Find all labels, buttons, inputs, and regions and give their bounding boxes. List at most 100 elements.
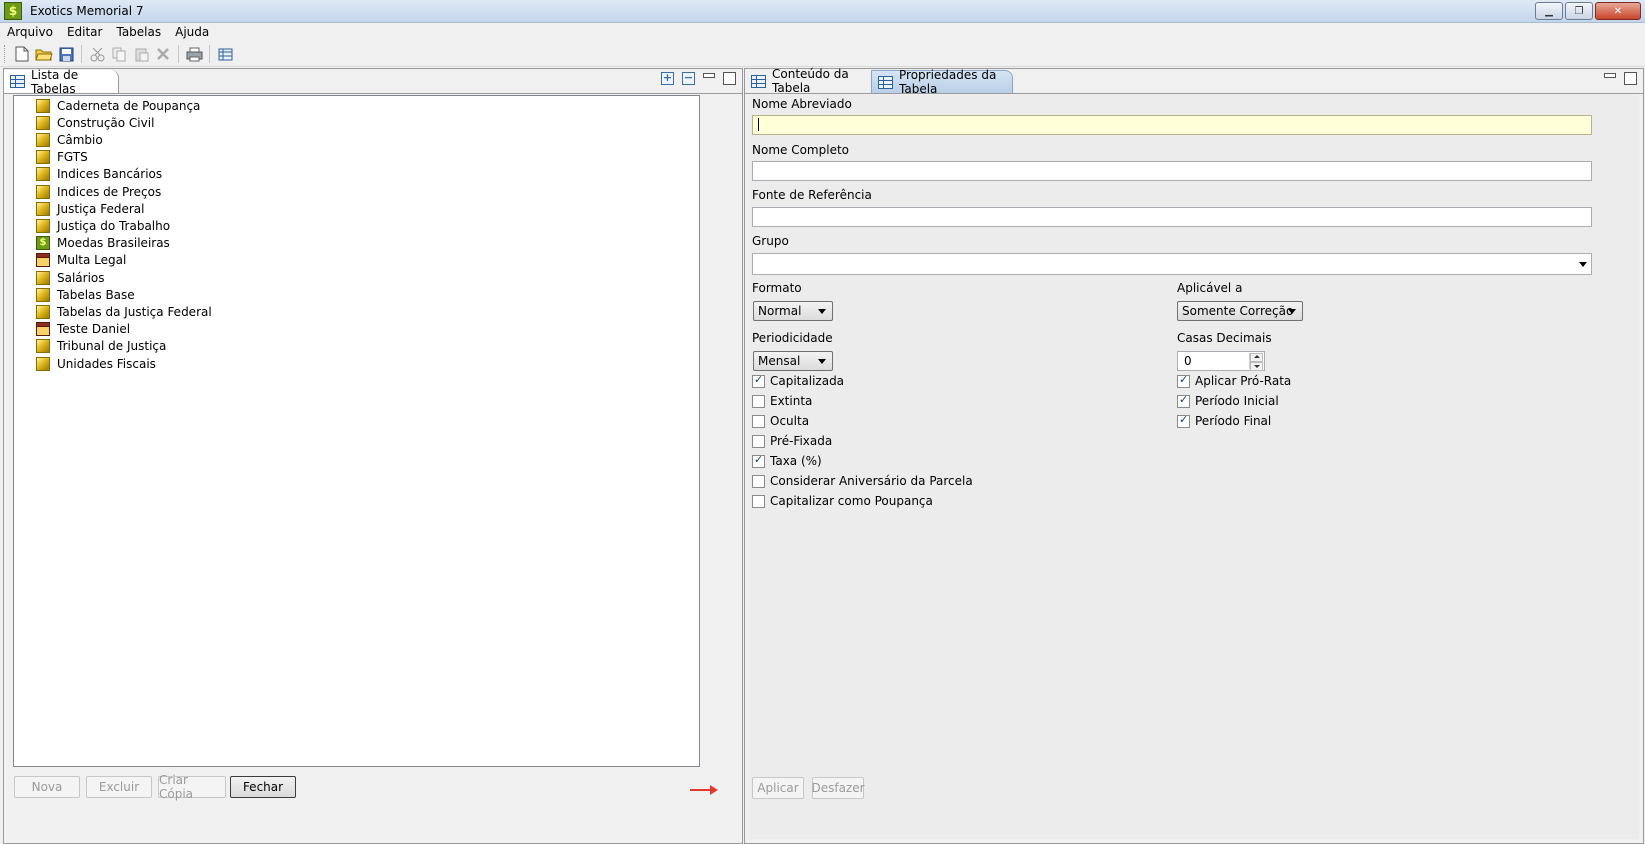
checkbox-checkboxes_right-0[interactable]: Aplicar Pró-Rata	[1177, 373, 1291, 389]
tree-item-label: Tribunal de Justiça	[57, 339, 167, 354]
toolbar-separator	[209, 45, 210, 63]
menu-arquivo[interactable]: Arquivo	[0, 25, 60, 39]
tab-label: Propriedades da Tabela	[899, 68, 997, 96]
tree-item-label: Justiça Federal	[57, 201, 145, 216]
app-logo-icon: $	[4, 2, 22, 20]
casas-decimais-stepper[interactable]: 0	[1177, 351, 1265, 371]
tree-item-label: Caderneta de Poupança	[57, 98, 201, 113]
checkbox-label: Período Inicial	[1195, 394, 1279, 408]
new-file-icon[interactable]	[12, 44, 32, 64]
cut-icon[interactable]	[87, 44, 107, 64]
checkbox-unchecked-icon[interactable]	[752, 474, 765, 488]
tree-item[interactable]: Teste Daniel	[36, 321, 130, 338]
tab-lista-de-tabelas[interactable]: Lista de Tabelas	[4, 68, 119, 96]
tree-item[interactable]: Câmbio	[36, 131, 103, 148]
checkbox-checked-icon[interactable]	[1177, 373, 1190, 388]
tab-propriedades-da-tabela[interactable]: Propriedades da Tabela	[871, 68, 1013, 96]
menu-editar[interactable]: Editar	[60, 25, 110, 39]
toolbar-grip[interactable]	[4, 45, 7, 63]
paste-icon[interactable]	[131, 44, 151, 64]
checkbox-checkboxes_left-1[interactable]: Extinta	[752, 393, 812, 409]
tree-item-label: FGTS	[57, 150, 88, 165]
tree-item[interactable]: Justiça Federal	[36, 200, 144, 217]
tree-item[interactable]: Indices de Preços	[36, 183, 161, 200]
table-tree[interactable]: Caderneta de Poupança Construção Civil Câm…	[13, 95, 700, 767]
aplicavel-select[interactable]: Somente Correção	[1177, 301, 1303, 321]
checkbox-checked-icon[interactable]	[752, 373, 765, 388]
folder-icon	[36, 304, 50, 319]
tree-item[interactable]: Tribunal de Justiça	[36, 338, 166, 355]
checkbox-checkboxes_left-5[interactable]: Considerar Aniversário da Parcela	[752, 473, 973, 489]
minimize-panel-icon[interactable]	[703, 73, 715, 78]
checkbox-label: Capitalizar como Poupança	[770, 494, 933, 508]
checkbox-checked-icon[interactable]	[752, 453, 765, 468]
tree-item-label: Câmbio	[57, 132, 103, 147]
checkbox-unchecked-icon[interactable]	[752, 414, 765, 428]
print-icon[interactable]	[184, 44, 204, 64]
tree-item[interactable]: Construção Civil	[36, 114, 154, 131]
expand-all-icon[interactable]: +	[661, 72, 674, 85]
nome-abreviado-input[interactable]	[752, 115, 1592, 135]
folder-icon	[36, 356, 50, 371]
checkbox-unchecked-icon[interactable]	[752, 394, 765, 408]
tree-item-label: Construção Civil	[57, 115, 155, 130]
checkbox-checkboxes_left-6[interactable]: Capitalizar como Poupança	[752, 493, 933, 509]
checkbox-checkboxes_left-0[interactable]: Capitalizada	[752, 373, 844, 389]
periodicidade-value: Mensal	[758, 354, 801, 368]
tree-item[interactable]: Justiça do Trabalho	[36, 217, 170, 234]
checkbox-checked-icon[interactable]	[1177, 393, 1190, 408]
aplicar-button[interactable]: Aplicar	[752, 777, 804, 799]
checkbox-label: Pré-Fixada	[770, 434, 833, 448]
grupo-select[interactable]	[752, 253, 1592, 275]
save-icon[interactable]	[56, 44, 76, 64]
periodicidade-select[interactable]: Mensal	[753, 351, 833, 371]
tree-item[interactable]: Salários	[36, 269, 105, 286]
tree-item[interactable]: Indices Bancários	[36, 166, 162, 183]
checkbox-checkboxes_left-2[interactable]: Oculta	[752, 413, 809, 429]
toolbar-separator	[178, 45, 179, 63]
table-icon[interactable]	[215, 44, 235, 64]
checkbox-checked-icon[interactable]	[1177, 413, 1190, 428]
minimize-button[interactable]: ▁	[1535, 2, 1563, 20]
nome-completo-input[interactable]	[752, 161, 1592, 181]
excluir-button[interactable]: Excluir	[86, 776, 152, 798]
checkbox-checkboxes_left-3[interactable]: Pré-Fixada	[752, 433, 832, 449]
tree-item[interactable]: $ Moedas Brasileiras	[36, 235, 170, 252]
tree-item[interactable]: Caderneta de Poupança	[36, 97, 200, 114]
copy-icon[interactable]	[109, 44, 129, 64]
menu-ajuda[interactable]: Ajuda	[168, 25, 216, 39]
casas-decimais-label: Casas Decimais	[1177, 331, 1272, 345]
maximize-panel-icon[interactable]	[1624, 72, 1637, 85]
checkbox-unchecked-icon[interactable]	[752, 494, 765, 508]
desfazer-button[interactable]: Desfazer	[811, 777, 865, 799]
tree-item[interactable]: Tabelas Base	[36, 286, 135, 303]
restore-button[interactable]: ❐	[1565, 2, 1593, 20]
close-button[interactable]: ✕	[1595, 2, 1641, 20]
criar-copia-button[interactable]: Criar Cópia	[158, 773, 226, 801]
collapse-all-icon[interactable]: −	[682, 72, 695, 85]
stepper-down-icon[interactable]	[1250, 362, 1263, 371]
checkbox-checkboxes_left-4[interactable]: Taxa (%)	[752, 453, 822, 469]
formato-select[interactable]: Normal	[753, 301, 833, 321]
checkbox-checkboxes_right-2[interactable]: Período Final	[1177, 413, 1271, 429]
tree-item-label: Multa Legal	[57, 253, 127, 268]
checkbox-unchecked-icon[interactable]	[752, 434, 765, 448]
tab-conteudo-da-tabela[interactable]: Conteúdo da Tabela	[745, 67, 871, 95]
tree-item[interactable]: Unidades Fiscais	[36, 355, 156, 372]
annotation-arrow-line	[690, 789, 712, 791]
checkbox-checkboxes_right-1[interactable]: Período Inicial	[1177, 393, 1279, 409]
minimize-panel-icon[interactable]	[1604, 73, 1616, 78]
delete-icon[interactable]	[153, 44, 173, 64]
fonte-referencia-input[interactable]	[752, 207, 1592, 227]
maximize-panel-icon[interactable]	[723, 72, 736, 85]
fechar-button[interactable]: Fechar	[230, 776, 296, 798]
menu-bar: Arquivo Editar Tabelas Ajuda	[0, 23, 1645, 41]
tree-item[interactable]: Multa Legal	[36, 252, 126, 269]
open-folder-icon[interactable]	[34, 44, 54, 64]
menu-tabelas[interactable]: Tabelas	[109, 25, 168, 39]
stepper-up-icon[interactable]	[1250, 353, 1263, 362]
nova-button[interactable]: Nova	[14, 776, 80, 798]
tree-item[interactable]: Tabelas da Justiça Federal	[36, 303, 212, 320]
chevron-down-icon	[1288, 309, 1296, 314]
tree-item[interactable]: FGTS	[36, 149, 88, 166]
